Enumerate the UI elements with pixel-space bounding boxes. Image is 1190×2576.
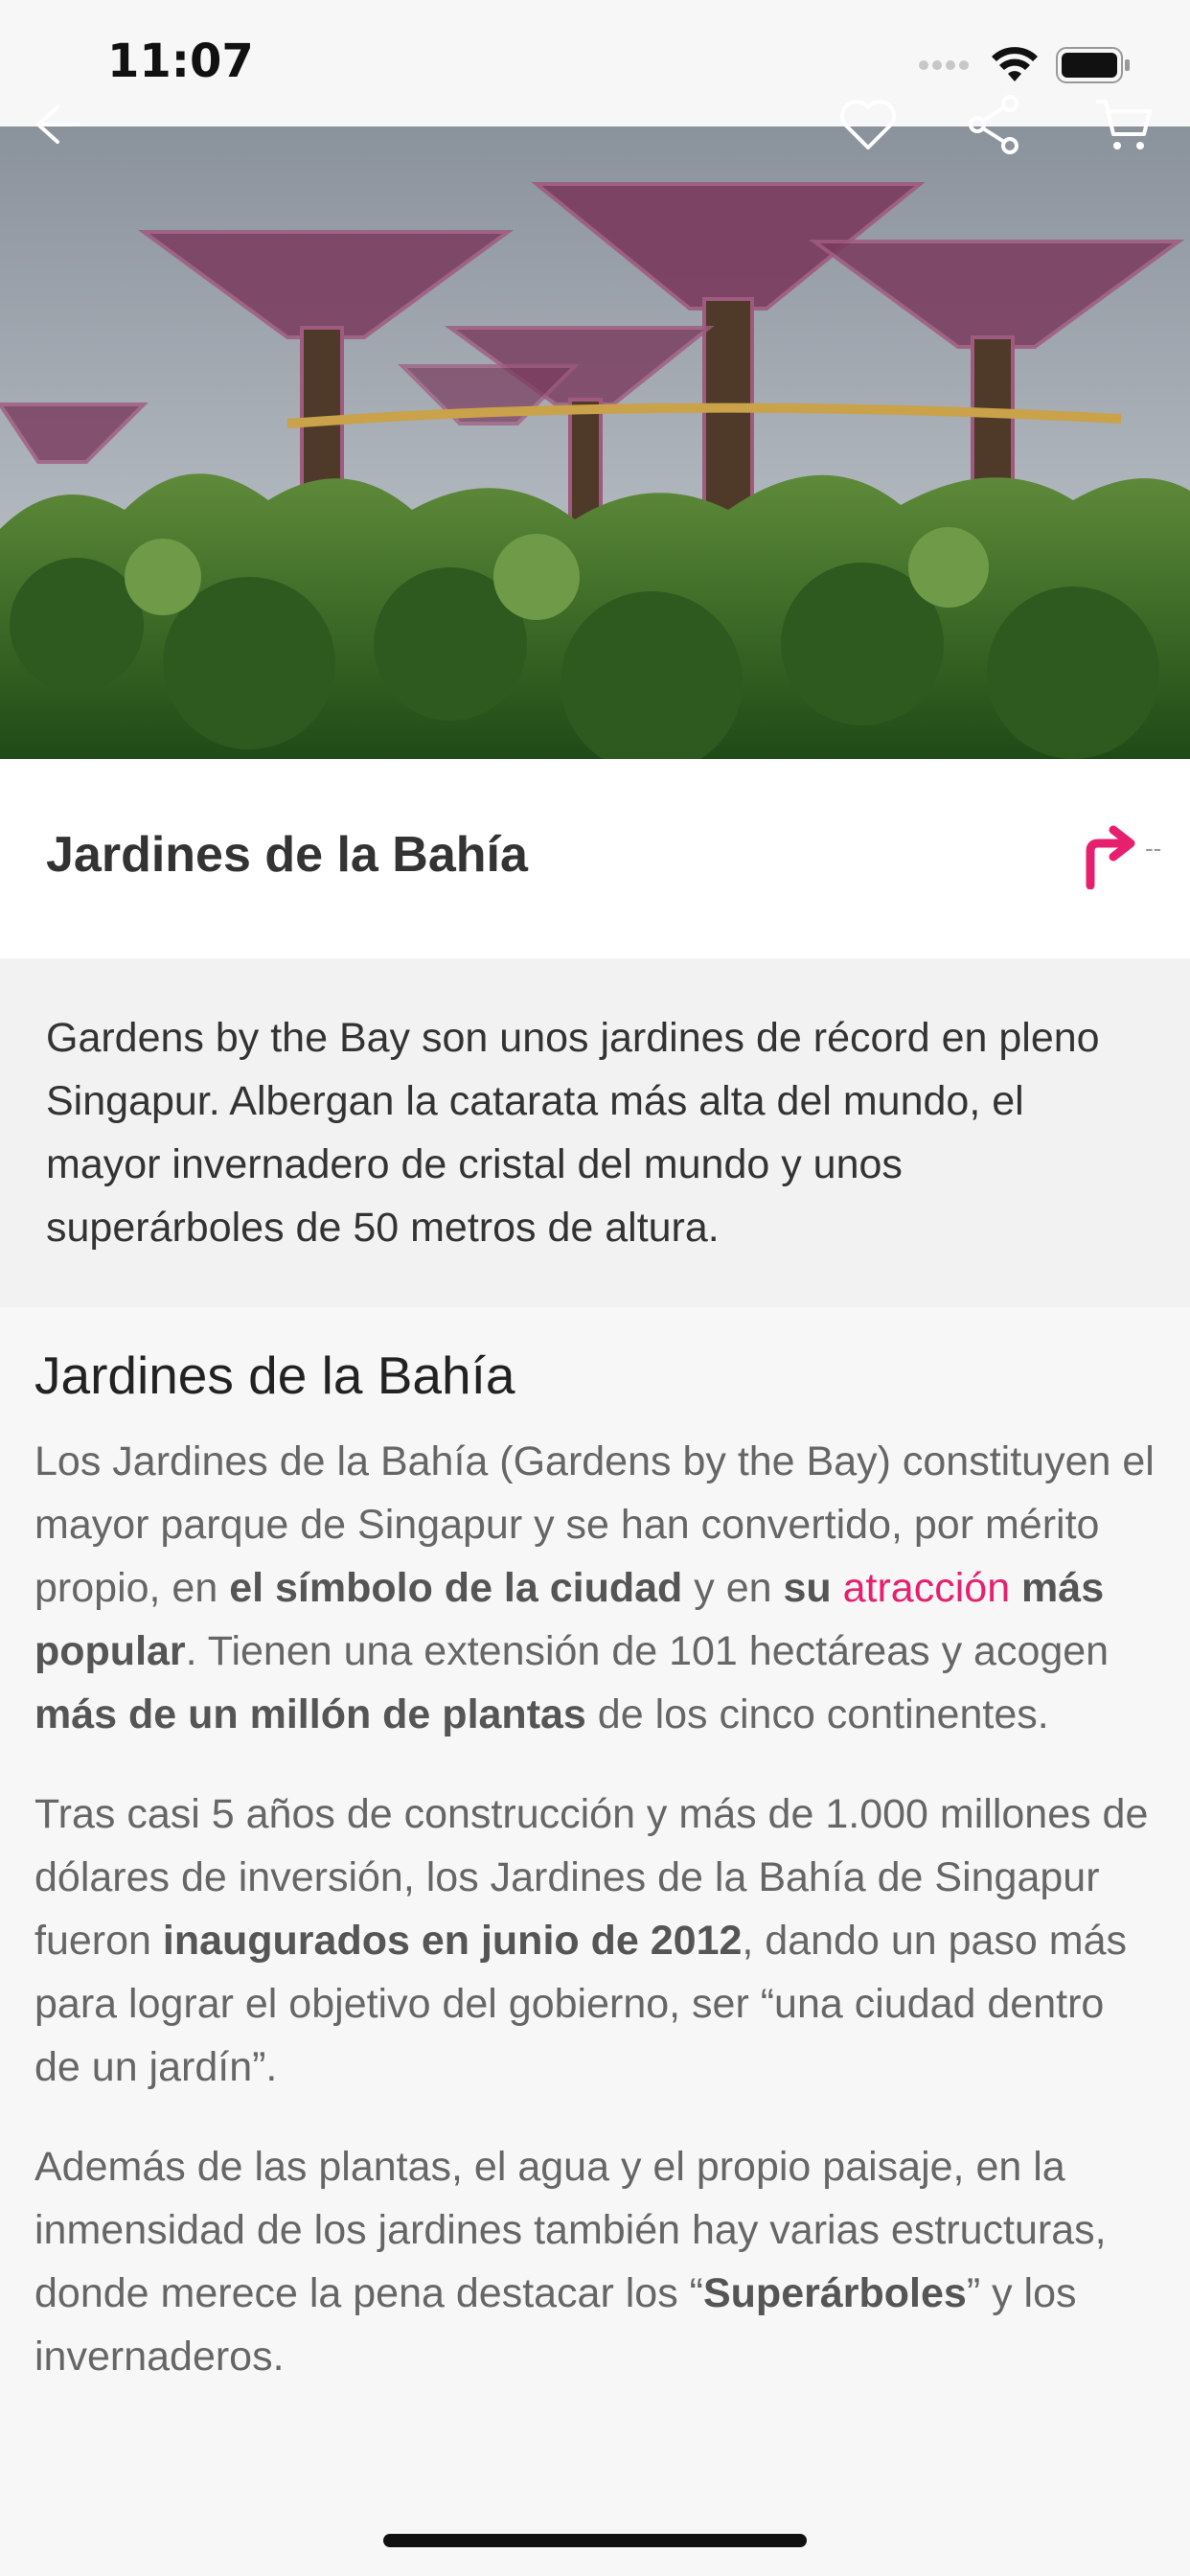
text-span: y en bbox=[682, 1565, 784, 1611]
share-button[interactable] bbox=[956, 86, 1033, 163]
hero-toolbar bbox=[0, 86, 1190, 163]
intro-section: Gardens by the Bay son unos jardines de … bbox=[0, 958, 1190, 1307]
text-span: de los cinco continentes. bbox=[585, 1691, 1049, 1737]
share-icon bbox=[969, 95, 1018, 154]
article-paragraph-3: Además de las plantas, el agua y el prop… bbox=[34, 2135, 1156, 2388]
cart-button[interactable] bbox=[1085, 86, 1161, 163]
article: Jardines de la Bahía Los Jardines de la … bbox=[34, 1342, 1156, 2425]
bold-text: el símbolo de la ciudad bbox=[229, 1565, 683, 1611]
article-paragraph-2: Tras casi 5 años de construcción y más d… bbox=[34, 1782, 1156, 2099]
wifi-icon bbox=[992, 47, 1038, 81]
article-heading: Jardines de la Bahía bbox=[34, 1346, 515, 1405]
signal-icon bbox=[919, 60, 969, 70]
back-button[interactable] bbox=[13, 86, 90, 163]
hero-photo bbox=[0, 126, 1190, 759]
back-arrow-icon bbox=[35, 105, 80, 144]
distance-value: -- bbox=[1145, 834, 1162, 862]
atraccion-link[interactable]: atracción bbox=[843, 1565, 1010, 1611]
battery-icon bbox=[1056, 47, 1130, 83]
status-time: 11:07 bbox=[107, 34, 254, 88]
place-title: Jardines de la Bahía bbox=[46, 827, 528, 883]
status-icons bbox=[918, 46, 1131, 84]
bold-text: más de un millón de plantas bbox=[34, 1691, 586, 1737]
heart-icon bbox=[840, 100, 896, 150]
text-span: . Tienen una extensión de 101 hectáreas … bbox=[185, 1628, 1110, 1674]
cart-icon bbox=[1096, 100, 1152, 150]
favorite-button[interactable] bbox=[830, 86, 906, 163]
hero-image bbox=[0, 126, 1190, 759]
bold-text: inaugurados en junio de 2012 bbox=[162, 1918, 743, 1964]
bold-text: su bbox=[783, 1565, 843, 1611]
intro-text: Gardens by the Bay son unos jardines de … bbox=[46, 1015, 1100, 1251]
home-indicator[interactable] bbox=[383, 2534, 807, 2547]
directions-arrow-icon[interactable] bbox=[1081, 822, 1138, 889]
article-paragraph-1: Los Jardines de la Bahía (Gardens by the… bbox=[34, 1430, 1156, 1746]
bold-text: Superárboles bbox=[702, 2270, 967, 2316]
title-bar: Jardines de la Bahía -- bbox=[0, 759, 1190, 958]
